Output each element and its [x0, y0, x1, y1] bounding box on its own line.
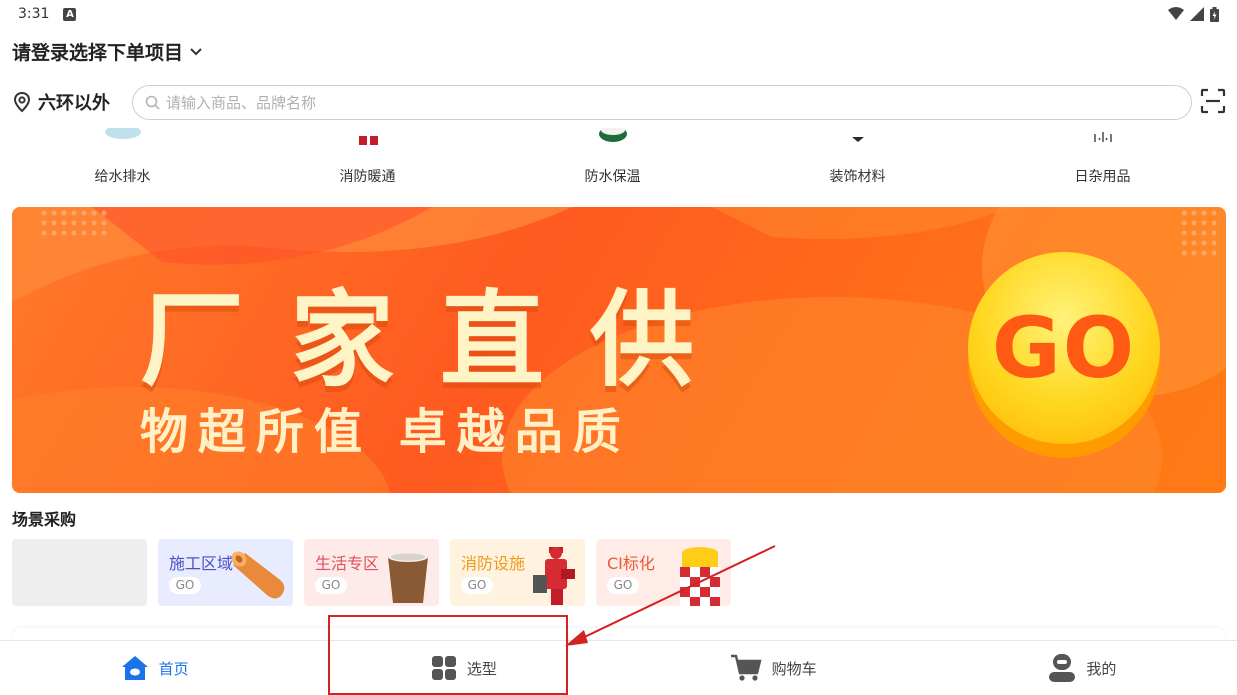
- water-pipe-icon: [93, 128, 153, 156]
- scene-go-badge: GO: [315, 577, 347, 594]
- category-label: 装饰材料: [829, 169, 886, 185]
- scene-card-title: 消防设施: [461, 554, 526, 573]
- tab-home[interactable]: 首页: [0, 641, 309, 695]
- cart-icon: [730, 654, 762, 681]
- search-icon: [145, 95, 160, 110]
- banner-go-label: GO: [991, 299, 1137, 397]
- home-icon: [121, 656, 148, 680]
- paper-cup-icon: [388, 552, 428, 603]
- promo-banner[interactable]: 厂家直供 物超所值 卓越品质 GO: [12, 207, 1226, 493]
- wifi-icon: [1168, 7, 1184, 20]
- banner-title: 厂家直供: [140, 279, 741, 401]
- fire-hydrant-icon: [533, 547, 575, 605]
- status-bar: 3:31 A: [0, 0, 1237, 28]
- location-label: 六环以外: [38, 93, 110, 114]
- scene-card-title: 施工区域: [169, 554, 234, 573]
- annotation-highlight-box: [328, 615, 568, 695]
- scene-list: 施工区域 GO 生活专区 GO 消防设施 GO CI标化 GO: [12, 539, 731, 606]
- scene-card-construction[interactable]: 施工区域 GO: [158, 539, 293, 606]
- banner-subtitle: 物超所值 卓越品质: [140, 404, 631, 460]
- status-time: 3:31: [18, 6, 50, 22]
- profile-icon: [1049, 654, 1076, 682]
- category-label: 消防暖通: [339, 169, 396, 185]
- location-selector[interactable]: 六环以外: [12, 89, 130, 115]
- barrier-icon: [680, 547, 720, 606]
- category-label: 给水排水: [94, 169, 151, 185]
- scene-card-fire[interactable]: 消防设施 GO: [450, 539, 585, 606]
- category-label: 日杂用品: [1074, 169, 1131, 185]
- project-selector-label: 请登录选择下单项目: [12, 42, 184, 64]
- tab-cart[interactable]: 购物车: [619, 641, 928, 695]
- search-placeholder: 请输入商品、品牌名称: [166, 93, 317, 112]
- chevron-down-icon: [190, 47, 202, 55]
- pipe-roll-icon: [231, 551, 285, 599]
- bottom-tab-bar: 首页 选型 购物车 我的: [0, 640, 1237, 695]
- category-label: 防水保温: [584, 169, 641, 185]
- waterproof-icon: [583, 128, 643, 156]
- scene-card-title: 生活专区: [315, 554, 380, 573]
- notification-icon: A: [63, 7, 77, 21]
- daily-goods-icon: [1073, 128, 1133, 156]
- category-item[interactable]: 装饰材料: [735, 128, 980, 196]
- tab-label: 购物车: [771, 659, 817, 678]
- category-item[interactable]: 防水保温: [490, 128, 735, 196]
- search-input[interactable]: 请输入商品、品牌名称: [132, 84, 1192, 120]
- scene-section-title: 场景采购: [12, 510, 77, 529]
- project-selector[interactable]: 请登录选择下单项目: [12, 38, 203, 65]
- category-item[interactable]: 日杂用品: [980, 128, 1225, 196]
- scene-card-living[interactable]: 生活专区 GO: [304, 539, 439, 606]
- scan-icon[interactable]: [1200, 88, 1226, 114]
- decoration-icon: [828, 128, 888, 156]
- scene-go-badge: GO: [461, 577, 493, 594]
- scene-go-badge: GO: [169, 577, 201, 594]
- search-row: 六环以外 请输入商品、品牌名称: [12, 84, 1226, 120]
- signal-icon: [1190, 7, 1204, 21]
- scene-go-badge: GO: [607, 577, 639, 594]
- banner-go-button[interactable]: GO: [968, 252, 1160, 444]
- scene-card-title: CI标化: [607, 554, 655, 573]
- category-row: 给水排水 消防暖通 防水保温 装饰材料 日杂用品: [0, 128, 1237, 196]
- scene-card-placeholder[interactable]: [12, 539, 147, 606]
- tab-profile[interactable]: 我的: [928, 641, 1237, 695]
- battery-icon: [1210, 6, 1219, 22]
- tab-label: 首页: [158, 659, 189, 678]
- category-item[interactable]: 消防暖通: [245, 128, 490, 196]
- location-pin-icon: [13, 91, 31, 113]
- fire-hvac-icon: [338, 128, 398, 156]
- tab-label: 我的: [1086, 659, 1117, 678]
- category-item[interactable]: 给水排水: [0, 128, 245, 196]
- scene-card-ci[interactable]: CI标化 GO: [596, 539, 731, 606]
